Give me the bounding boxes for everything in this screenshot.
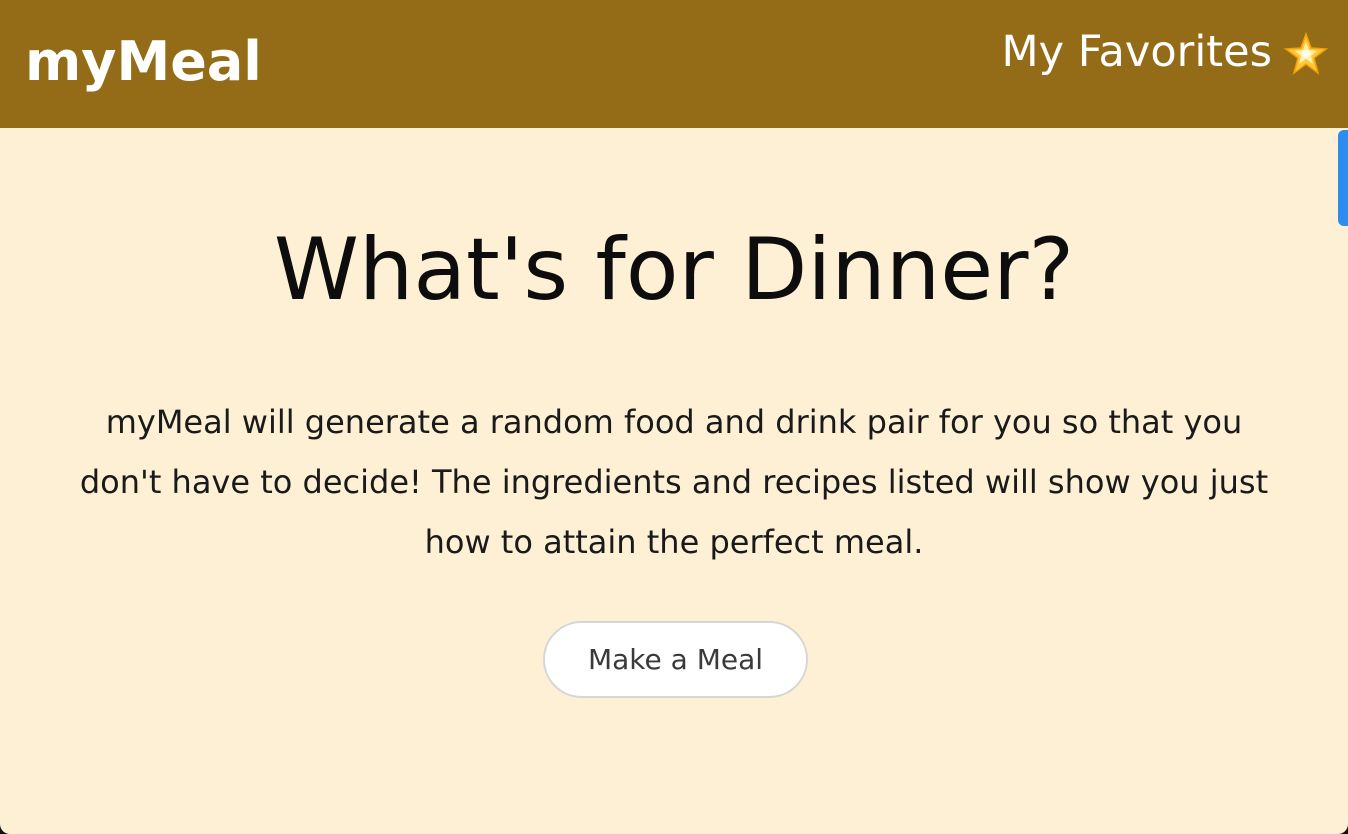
my-favorites-label: My Favorites bbox=[1001, 27, 1272, 77]
my-favorites-link[interactable]: My Favorites bbox=[1001, 20, 1329, 84]
make-a-meal-button[interactable]: Make a Meal bbox=[543, 621, 808, 698]
page: myMeal My Favorites What's for Dinner? m… bbox=[0, 0, 1348, 834]
navbar: myMeal My Favorites bbox=[0, 0, 1348, 128]
scrollbar-thumb[interactable] bbox=[1338, 130, 1348, 226]
hero-description: myMeal will generate a random food and d… bbox=[0, 392, 1348, 572]
description-line: how to attain the perfect meal. bbox=[424, 523, 924, 561]
glowing-star-icon bbox=[1283, 30, 1329, 75]
description-line: myMeal will generate a random food and d… bbox=[105, 403, 1243, 441]
brand-logo-link[interactable]: myMeal bbox=[25, 26, 262, 98]
description-line: don't have to decide! The ingredients an… bbox=[79, 463, 1269, 501]
hero-title: What's for Dinner? bbox=[273, 220, 1075, 320]
